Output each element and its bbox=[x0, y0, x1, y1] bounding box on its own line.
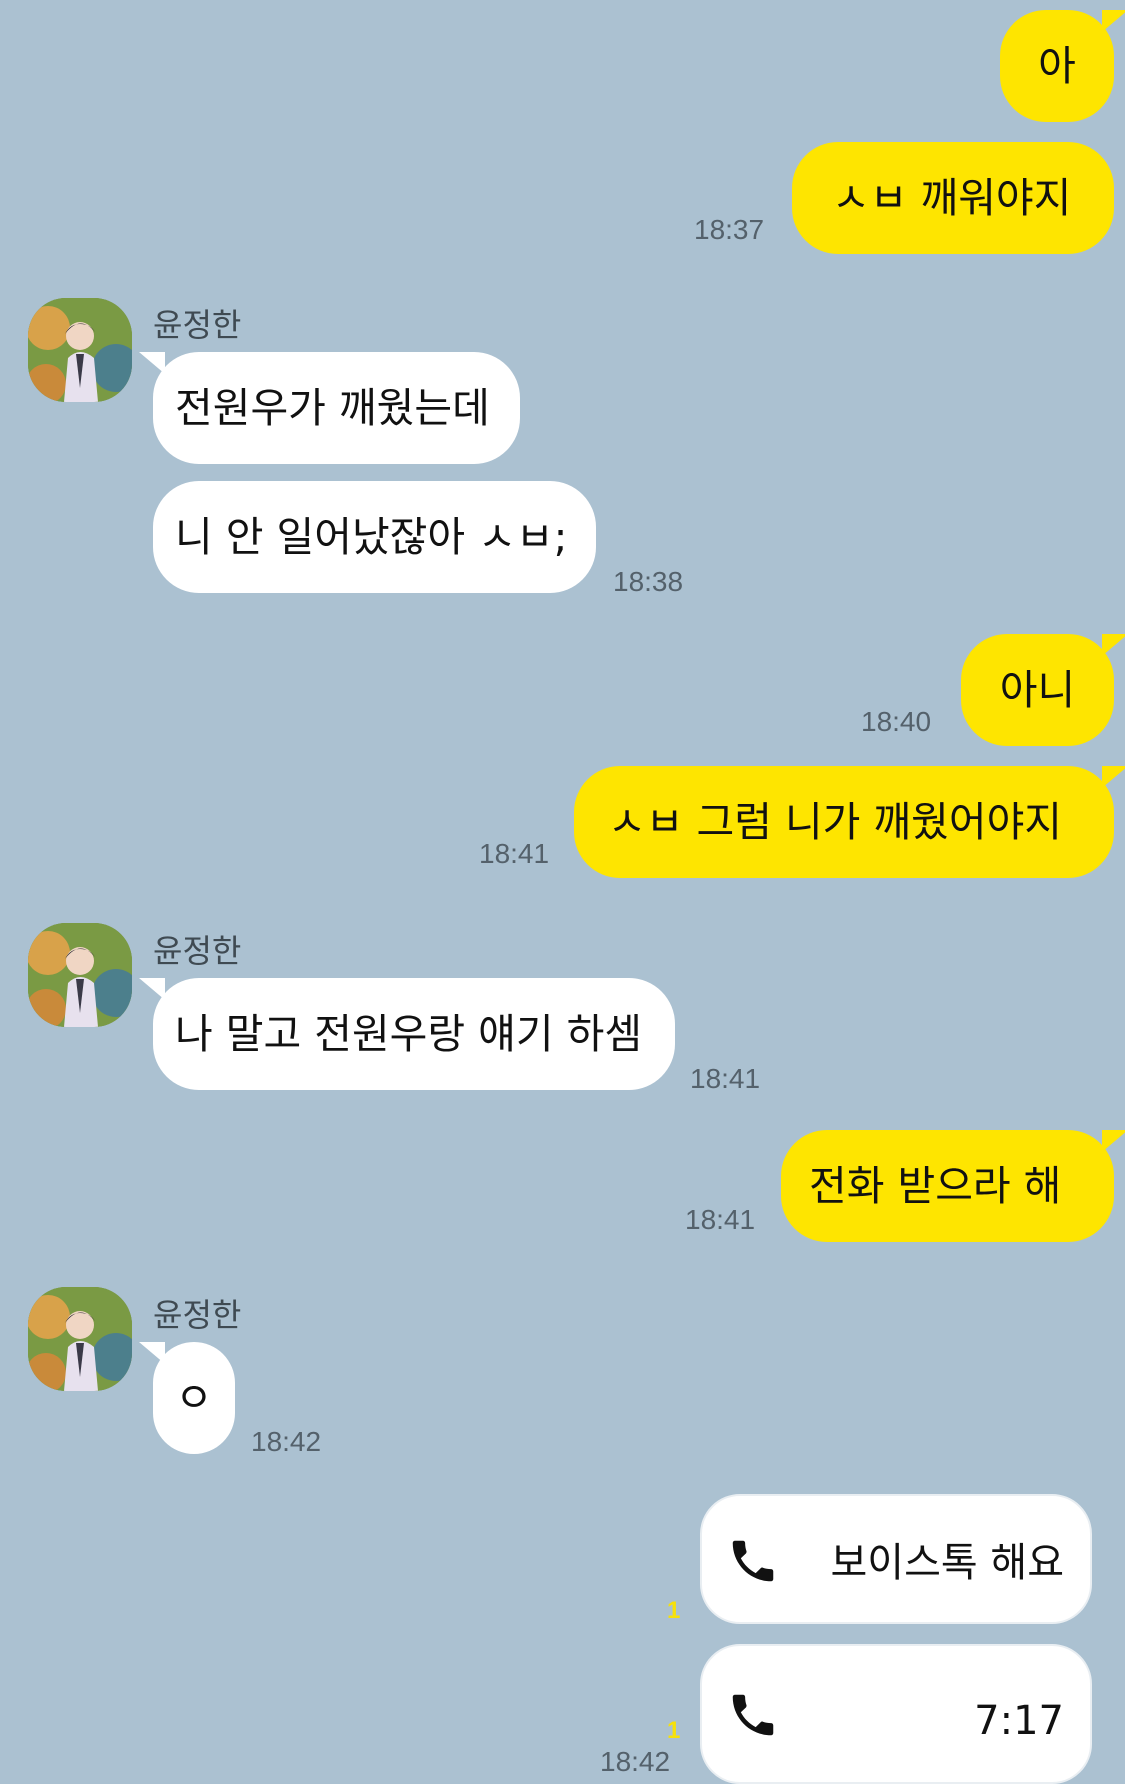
contact-name: 윤정한 bbox=[153, 1296, 242, 1334]
avatar-image bbox=[28, 1287, 132, 1391]
message-time: 18:40 bbox=[861, 706, 932, 737]
avatar-image bbox=[28, 923, 132, 1027]
call-duration: 7:17 bbox=[974, 1698, 1064, 1744]
message-text: 아니 bbox=[999, 665, 1076, 714]
voice-talk-card[interactable]: 7:17 bbox=[700, 1644, 1092, 1784]
my-message-bubble[interactable]: 아 bbox=[1000, 10, 1125, 122]
my-message-bubble[interactable]: ㅅㅂ 깨워야지 bbox=[792, 142, 1114, 254]
call-label: 보이스톡 해요 bbox=[830, 1540, 1064, 1586]
message-time: 18:41 bbox=[690, 1063, 761, 1094]
message-time: 18:41 bbox=[479, 838, 550, 869]
contact-name: 윤정한 bbox=[153, 932, 242, 970]
message-time: 18:37 bbox=[694, 214, 765, 245]
contact-avatar[interactable] bbox=[28, 923, 132, 1027]
voice-talk-card[interactable]: 보이스톡 해요 bbox=[700, 1494, 1092, 1624]
message-text: 니 안 일어났잖아 ㅅㅂ; bbox=[175, 512, 568, 561]
message-time: 18:38 bbox=[613, 566, 684, 597]
message-text: ㅇ bbox=[175, 1373, 213, 1422]
message-text: ㅅㅂ 그럼 니가 깨웠어야지 bbox=[608, 797, 1063, 846]
contact-avatar[interactable] bbox=[28, 298, 132, 402]
message-text: 전화 받으라 해 bbox=[809, 1161, 1062, 1210]
unread-count: 1 bbox=[667, 1717, 681, 1744]
message-text: 아 bbox=[1038, 41, 1076, 90]
their-message-bubble[interactable]: 니 안 일어났잖아 ㅅㅂ; bbox=[153, 481, 596, 593]
my-message-bubble[interactable]: ㅅㅂ 그럼 니가 깨웠어야지 bbox=[574, 766, 1125, 878]
their-message-bubble[interactable]: ㅇ bbox=[139, 1342, 235, 1454]
unread-count: 1 bbox=[667, 1597, 681, 1624]
phone-icon bbox=[732, 1694, 774, 1736]
their-message-bubble[interactable]: 나 말고 전원우랑 얘기 하셈 bbox=[139, 978, 675, 1090]
their-message-bubble[interactable]: 전원우가 깨웠는데 bbox=[139, 352, 520, 464]
contact-avatar[interactable] bbox=[28, 1287, 132, 1391]
contact-name: 윤정한 bbox=[153, 306, 242, 344]
my-message-bubble[interactable]: 아니 bbox=[961, 634, 1125, 746]
phone-icon bbox=[732, 1540, 774, 1582]
avatar-image bbox=[28, 298, 132, 402]
my-message-bubble[interactable]: 전화 받으라 해 bbox=[781, 1130, 1125, 1242]
message-time: 18:41 bbox=[685, 1204, 756, 1235]
message-text: ㅅㅂ 깨워야지 bbox=[832, 173, 1072, 222]
message-text: 전원우가 깨웠는데 bbox=[175, 383, 490, 432]
message-time: 18:42 bbox=[600, 1746, 671, 1777]
message-text: 나 말고 전원우랑 얘기 하셈 bbox=[175, 1009, 643, 1058]
message-time: 18:42 bbox=[251, 1426, 322, 1457]
